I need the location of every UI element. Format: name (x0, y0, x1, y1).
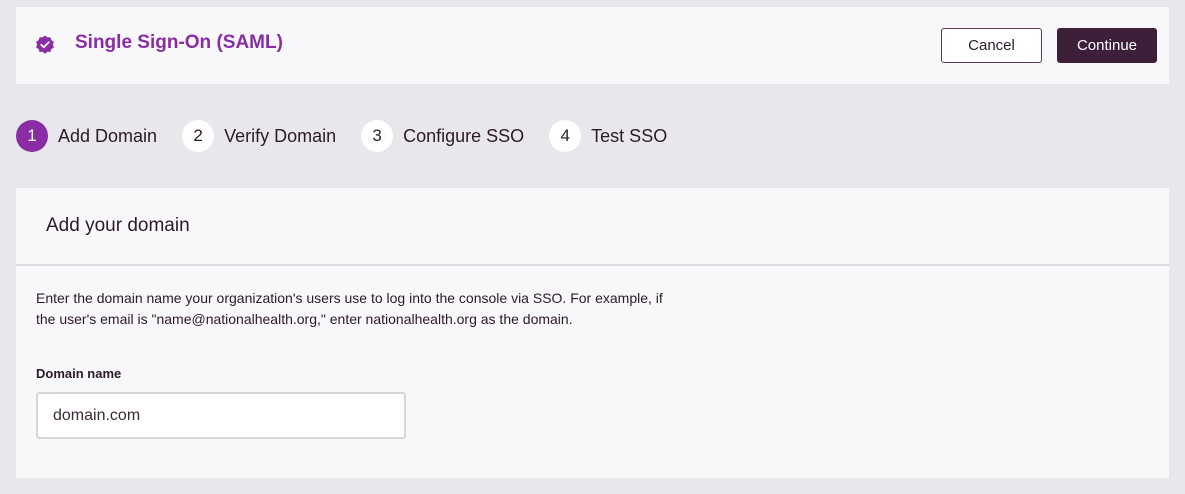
stepper: 1 Add Domain 2 Verify Domain 3 Configure… (16, 120, 692, 152)
step-label: Test SSO (591, 125, 668, 146)
step-label: Add Domain (58, 125, 158, 146)
step-configure-sso[interactable]: 3 Configure SSO (361, 120, 524, 152)
step-number: 1 (16, 120, 48, 152)
step-number: 4 (549, 120, 582, 152)
card-title: Add your domain (46, 215, 190, 236)
page-title: Single Sign-On (SAML) (75, 32, 283, 53)
verified-badge-icon (36, 35, 54, 54)
cancel-button[interactable]: Cancel (941, 28, 1042, 63)
step-verify-domain[interactable]: 2 Verify Domain (182, 120, 336, 152)
step-test-sso[interactable]: 4 Test SSO (549, 120, 667, 152)
step-number: 2 (182, 120, 215, 152)
page-header: Single Sign-On (SAML) Cancel Continue (16, 7, 1169, 84)
continue-button[interactable]: Continue (1057, 28, 1157, 63)
add-domain-card: Add your domain Enter the domain name yo… (16, 188, 1169, 478)
step-label: Verify Domain (224, 125, 337, 146)
step-number: 3 (361, 120, 394, 152)
domain-name-input[interactable] (36, 392, 406, 439)
step-label: Configure SSO (403, 125, 525, 146)
domain-name-label: Domain name (36, 366, 122, 381)
step-add-domain[interactable]: 1 Add Domain (16, 120, 157, 152)
card-description: Enter the domain name your organization'… (36, 290, 663, 327)
card-header: Add your domain (16, 188, 1169, 266)
